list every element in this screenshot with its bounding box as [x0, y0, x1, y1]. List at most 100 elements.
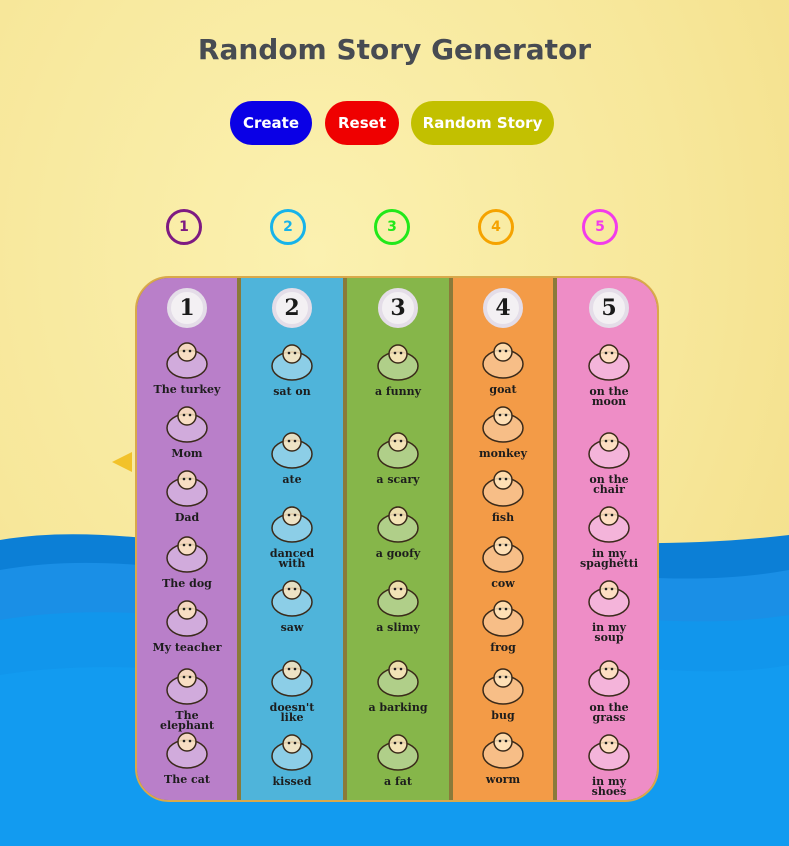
story-option-label: saw — [280, 621, 304, 634]
column-number-badge: 5 — [589, 288, 629, 328]
cartoon-illustration — [262, 574, 322, 622]
story-option: monkey — [453, 400, 553, 459]
story-option-label: The turkey — [153, 383, 221, 396]
cartoon-illustration — [262, 500, 322, 548]
story-option: on the chair — [557, 426, 657, 496]
story-column-5: 5 on the moon on the chair in my spaghetti i… — [557, 278, 657, 800]
cartoon-illustration — [157, 594, 217, 642]
story-option: doesn't like — [241, 654, 343, 723]
cartoon-illustration — [579, 654, 639, 702]
column-3-selector[interactable]: 3 — [374, 209, 410, 245]
column-5-selector[interactable]: 5 — [582, 209, 618, 245]
story-option: sat on — [241, 338, 343, 397]
column-4-selector[interactable]: 4 — [478, 209, 514, 245]
story-option: kissed — [241, 728, 343, 787]
column-number-badge: 4 — [483, 288, 523, 328]
page-title: Random Story Generator — [197, 33, 592, 66]
story-option: ate — [241, 426, 343, 485]
story-option: The dog — [137, 530, 237, 589]
story-option: a scary — [347, 426, 449, 485]
story-option: a funny — [347, 338, 449, 397]
story-option-label: cow — [491, 577, 515, 590]
cartoon-illustration — [579, 574, 639, 622]
cartoon-illustration — [157, 400, 217, 448]
random-story-button[interactable]: Random Story — [411, 101, 554, 145]
story-option-label: The dog — [162, 577, 212, 590]
cartoon-illustration — [368, 426, 428, 474]
story-option-label: on the chair — [589, 473, 629, 496]
story-option-label: a scary — [376, 473, 420, 486]
cartoon-illustration — [368, 500, 428, 548]
story-option: cow — [453, 530, 553, 589]
cartoon-illustration — [473, 336, 533, 384]
reset-button[interactable]: Reset — [325, 101, 399, 145]
story-option: The elephant — [137, 662, 237, 731]
story-option: on the grass — [557, 654, 657, 724]
story-option: frog — [453, 594, 553, 653]
story-option: fish — [453, 464, 553, 523]
story-option-label: in my spaghetti — [579, 547, 639, 570]
story-option-label: doesn't like — [269, 701, 315, 724]
story-option-label: Dad — [174, 511, 200, 524]
cartoon-illustration — [262, 728, 322, 776]
story-option-label: ate — [282, 473, 302, 486]
story-option: a barking — [347, 654, 449, 713]
column-2-selector[interactable]: 2 — [270, 209, 306, 245]
cartoon-illustration — [157, 726, 217, 774]
story-option-label: monkey — [479, 447, 527, 460]
story-column-3: 3 a funny a scary a goofy a slimy a barking a … — [347, 278, 449, 800]
story-option-label: bug — [491, 709, 515, 722]
story-option-label: a funny — [374, 385, 422, 398]
story-option: in my soup — [557, 574, 657, 644]
story-option: worm — [453, 726, 553, 785]
story-option-label: in my shoes — [591, 775, 627, 798]
cartoon-illustration — [157, 464, 217, 512]
story-option: My teacher — [137, 594, 237, 653]
story-option-label: a slimy — [376, 621, 420, 634]
story-option-label: a barking — [368, 701, 428, 714]
cartoon-illustration — [473, 662, 533, 710]
cartoon-illustration — [368, 574, 428, 622]
create-button[interactable]: Create — [230, 101, 312, 145]
story-option: Dad — [137, 464, 237, 523]
story-option-label: in my soup — [591, 621, 627, 644]
story-option: saw — [241, 574, 343, 633]
story-option: goat — [453, 336, 553, 395]
cartoon-illustration — [368, 728, 428, 776]
story-option-label: worm — [485, 773, 521, 786]
story-option-label: frog — [490, 641, 516, 654]
column-number-badge: 1 — [167, 288, 207, 328]
story-option-label: goat — [489, 383, 517, 396]
story-option-label: The cat — [164, 773, 210, 786]
cartoon-illustration — [157, 336, 217, 384]
cartoon-illustration — [157, 530, 217, 578]
story-board-image: 1 The turkey Mom Dad The dog My teacher The el… — [135, 276, 659, 802]
story-option-label: sat on — [273, 385, 311, 398]
cartoon-illustration — [262, 338, 322, 386]
story-option-label: fish — [491, 511, 515, 524]
story-option: a fat — [347, 728, 449, 787]
story-option-label: My teacher — [152, 641, 222, 654]
story-option: in my spaghetti — [557, 500, 657, 570]
cartoon-illustration — [473, 464, 533, 512]
story-column-2: 2 sat on ate danced with saw doesn't like kiss… — [241, 278, 343, 800]
story-option: on the moon — [557, 338, 657, 408]
story-column-4: 4 goat monkey fish cow frog bug worm — [453, 278, 553, 800]
story-option: The turkey — [137, 336, 237, 395]
cartoon-illustration — [368, 654, 428, 702]
story-option-label: on the moon — [589, 385, 629, 408]
cartoon-illustration — [262, 426, 322, 474]
cartoon-illustration — [262, 654, 322, 702]
column-number-badge: 2 — [272, 288, 312, 328]
story-option-label: on the grass — [589, 701, 629, 724]
story-option: The cat — [137, 726, 237, 785]
column-1-selector[interactable]: 1 — [166, 209, 202, 245]
cartoon-illustration — [473, 726, 533, 774]
cartoon-illustration — [579, 728, 639, 776]
story-option: a slimy — [347, 574, 449, 633]
cartoon-illustration — [368, 338, 428, 386]
column-number-badge: 3 — [378, 288, 418, 328]
fish-decoration — [112, 452, 132, 472]
story-option: a goofy — [347, 500, 449, 559]
story-option-label: a goofy — [375, 547, 421, 560]
